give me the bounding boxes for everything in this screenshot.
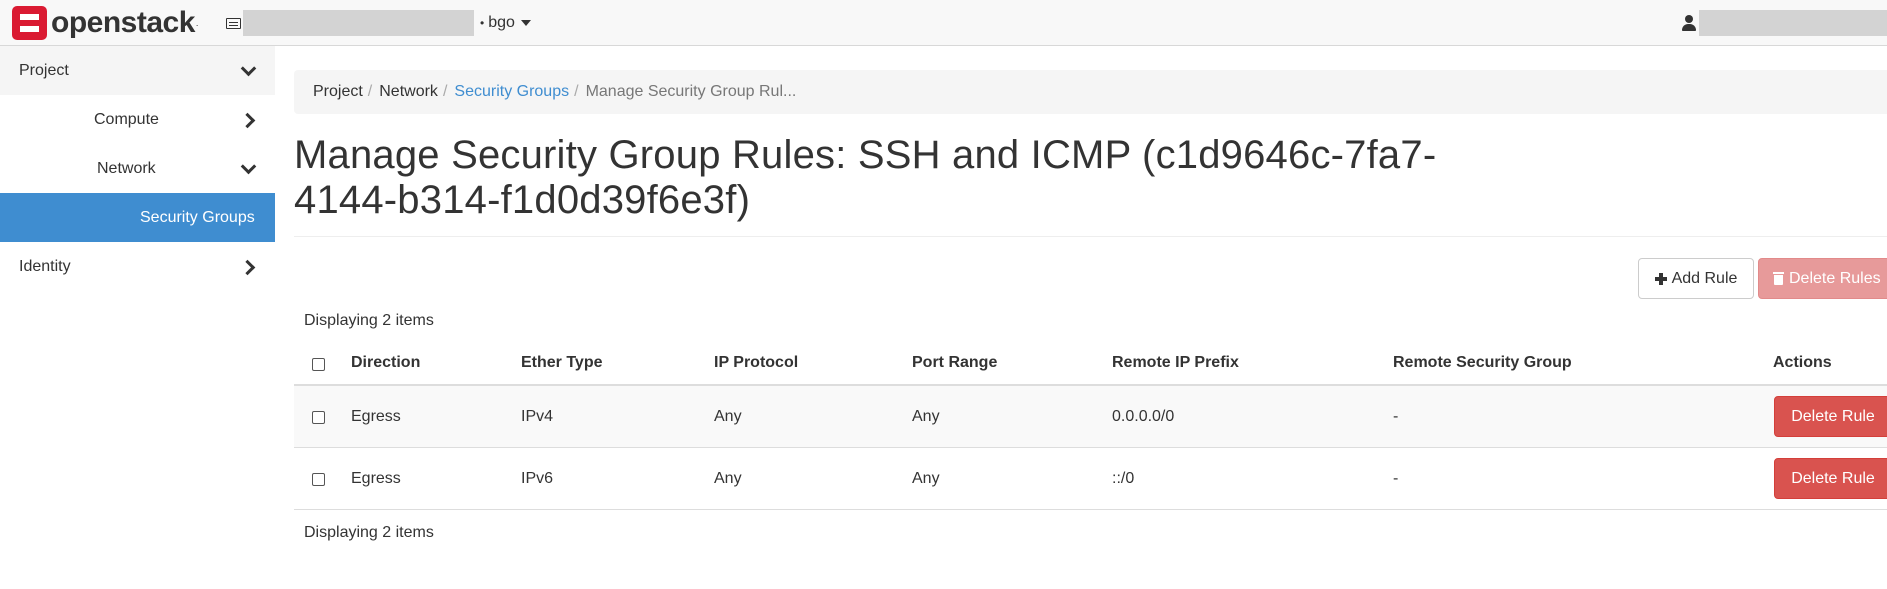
server-icon <box>226 17 241 29</box>
cell-remote-security-group: - <box>1393 469 1399 487</box>
delete-rules-button[interactable]: Delete Rules <box>1758 258 1887 299</box>
column-header-ether-type[interactable]: Ether Type <box>521 354 603 372</box>
cell-port-range: Any <box>912 469 940 487</box>
openstack-logo[interactable]: openstack. <box>12 6 198 40</box>
cell-ether-type: IPv4 <box>521 407 554 425</box>
chevron-right-icon <box>240 259 255 274</box>
column-header-actions: Actions <box>1773 354 1832 371</box>
caret-down-icon <box>520 20 531 26</box>
column-header-remote-ip-prefix[interactable]: Remote IP Prefix <box>1112 354 1239 372</box>
table-header-row: Direction Ether Type IP Protocol Port Ra… <box>294 342 1887 386</box>
sidebar-item-label: Security Groups <box>140 208 255 226</box>
bullet-icon: • <box>480 16 485 30</box>
sidebar-item-compute[interactable]: Compute <box>0 95 275 144</box>
column-header-remote-security-group[interactable]: Remote Security Group <box>1393 354 1572 372</box>
add-rule-label: Add Rule <box>1671 269 1738 287</box>
redacted-username <box>1699 10 1887 36</box>
plus-icon <box>1654 272 1667 285</box>
breadcrumb-separator: / <box>367 83 373 100</box>
user-menu[interactable] <box>1682 10 1887 36</box>
chevron-down-icon <box>240 161 255 176</box>
chevron-down-icon <box>240 63 255 78</box>
delete-rule-button[interactable]: Delete Rule <box>1774 396 1887 437</box>
page-title-line-2: 4144-b314-f1d0d39f6e3f) <box>294 178 751 222</box>
page-title: Manage Security Group Rules: SSH and ICM… <box>294 133 1494 223</box>
column-header-direction[interactable]: Direction <box>351 354 420 372</box>
cell-ip-protocol: Any <box>714 469 742 487</box>
cell-remote-ip-prefix: ::/0 <box>1112 469 1135 487</box>
breadcrumb-current: Manage Security Group Rul... <box>585 83 797 100</box>
breadcrumb-separator: / <box>442 83 448 100</box>
sidebar-item-label: Project <box>19 61 69 79</box>
cell-port-range: Any <box>912 407 940 425</box>
item-count-bottom: Displaying 2 items <box>304 524 434 541</box>
breadcrumb-security-groups-link[interactable]: Security Groups <box>454 83 569 101</box>
page-title-line-1: Manage Security Group Rules: SSH and ICM… <box>294 133 1437 177</box>
brand-name: openstack. <box>51 6 198 39</box>
delete-rule-button[interactable]: Delete Rule <box>1774 458 1887 499</box>
sidebar: Project Compute Network Security Groups … <box>0 46 275 589</box>
domain-label: bgo <box>488 14 515 31</box>
openstack-logo-icon <box>12 6 47 40</box>
cell-ip-protocol: Any <box>714 407 742 425</box>
cell-remote-security-group: - <box>1393 407 1399 425</box>
cell-ether-type: IPv6 <box>521 469 554 487</box>
column-header-ip-protocol[interactable]: IP Protocol <box>714 354 798 372</box>
sidebar-item-label: Network <box>97 159 156 177</box>
select-all-checkbox[interactable] <box>312 358 325 371</box>
breadcrumb-network: Network <box>379 83 438 100</box>
breadcrumb: Project / Network / Security Groups / Ma… <box>294 70 1887 114</box>
sidebar-item-identity[interactable]: Identity <box>0 242 275 291</box>
row-checkbox[interactable] <box>312 473 325 486</box>
cell-direction: Egress <box>351 407 401 425</box>
breadcrumb-project: Project <box>313 83 363 100</box>
table-row: Egress IPv6 Any Any ::/0 - Delete Rule <box>294 448 1887 510</box>
user-icon <box>1682 15 1696 31</box>
item-count-top: Displaying 2 items <box>304 312 434 329</box>
sidebar-item-project[interactable]: Project <box>0 46 275 95</box>
project-selector[interactable]: • bgo <box>226 10 531 36</box>
sidebar-item-label: Compute <box>94 110 159 128</box>
sidebar-item-network[interactable]: Network <box>0 144 275 193</box>
redacted-project-name <box>243 10 474 36</box>
add-rule-button[interactable]: Add Rule <box>1638 258 1754 299</box>
delete-rules-label: Delete Rules <box>1789 269 1881 287</box>
column-header-port-range[interactable]: Port Range <box>912 354 997 372</box>
top-navbar: openstack. • bgo <box>0 0 1887 46</box>
cell-remote-ip-prefix: 0.0.0.0/0 <box>1112 407 1175 425</box>
cell-direction: Egress <box>351 469 401 487</box>
breadcrumb-separator: / <box>574 83 579 100</box>
row-checkbox[interactable] <box>312 411 325 424</box>
sidebar-item-label: Identity <box>19 257 71 275</box>
divider <box>294 236 1887 237</box>
table-row: Egress IPv4 Any Any 0.0.0.0/0 - Delete R… <box>294 386 1887 448</box>
chevron-right-icon <box>240 112 255 127</box>
sidebar-item-security-groups[interactable]: Security Groups <box>0 193 275 242</box>
trash-icon <box>1773 272 1784 285</box>
